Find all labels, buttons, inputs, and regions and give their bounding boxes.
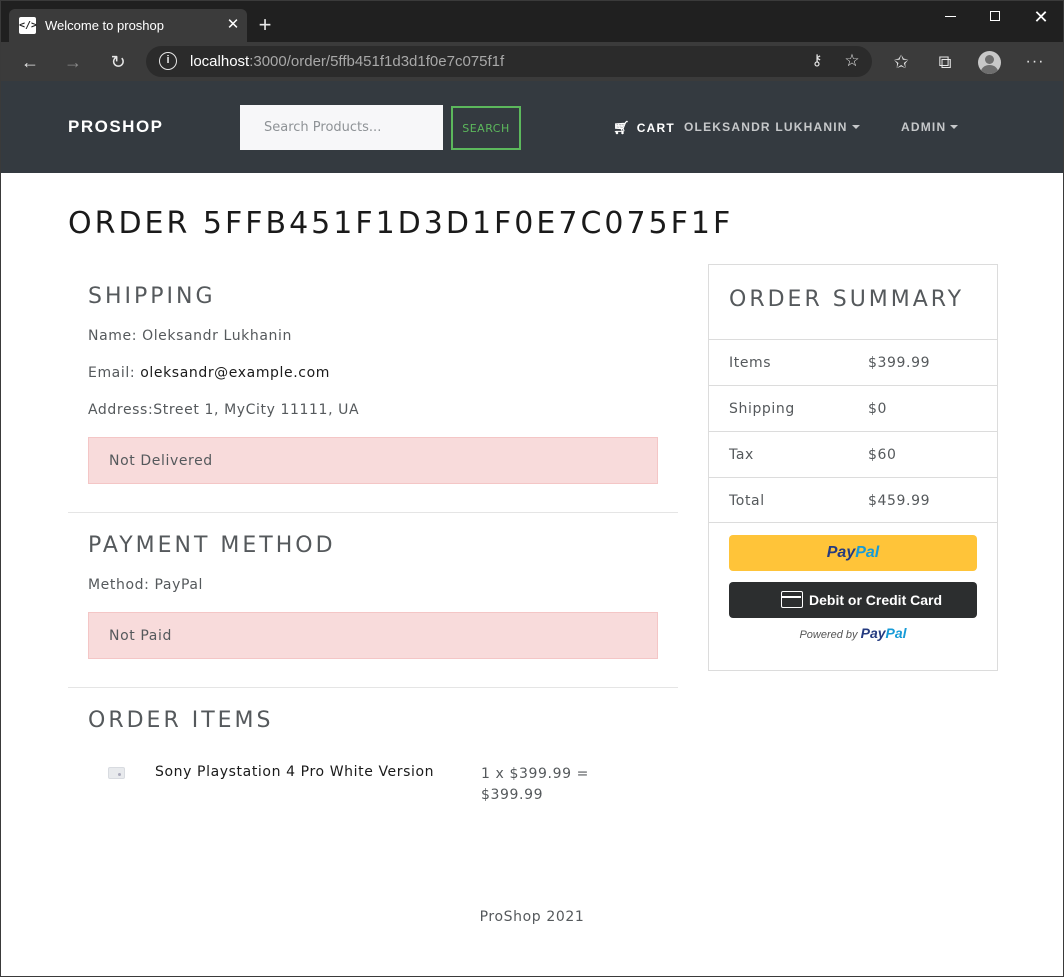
payment-method: Method: PayPal [88, 577, 203, 593]
tab-title: Welcome to proshop [45, 18, 164, 33]
divider [68, 687, 678, 688]
site-info-icon[interactable]: i [159, 52, 177, 70]
caret-down-icon [851, 125, 860, 129]
order-items-heading: ORDER ITEMS [88, 708, 274, 733]
delivery-status-alert: Not Delivered [88, 437, 658, 484]
search-button[interactable]: SEARCH [451, 106, 521, 150]
card-button-label: Debit or Credit Card [809, 592, 943, 608]
page-viewport: PROSHOP SEARCH 🛒︎ CART OLEKSANDR LUKHANIN… [1, 81, 1063, 976]
summary-row-tax: Tax $60 [709, 431, 997, 477]
caret-down-icon [950, 125, 959, 129]
summary-value: $399.99 [868, 355, 931, 371]
back-icon[interactable]: ← [16, 48, 44, 76]
cart-icon: 🛒︎ [613, 120, 631, 135]
search-input[interactable] [240, 105, 443, 150]
divider [68, 512, 678, 513]
summary-row-total: Total $459.99 [709, 477, 997, 523]
close-tab-icon[interactable]: ✕ [222, 14, 244, 36]
key-icon[interactable]: ⚷ [806, 50, 828, 72]
close-window-icon[interactable]: ✕ [1018, 1, 1063, 33]
summary-row-shipping: Shipping $0 [709, 385, 997, 431]
user-menu-dropdown[interactable]: OLEKSANDR LUKHANIN [684, 120, 860, 134]
minimize-icon[interactable] [928, 1, 974, 33]
credit-card-icon [781, 591, 803, 608]
forward-icon[interactable]: → [59, 48, 87, 76]
cart-link[interactable]: 🛒︎ CART [613, 120, 675, 136]
powered-by-text: Powered by [799, 629, 861, 641]
order-summary-heading: ORDER SUMMARY [729, 287, 965, 312]
browser-toolbar: ← → ↻ i localhost:3000/order/5ffb451f1d3… [1, 42, 1063, 81]
tab-strip: </> Welcome to proshop ✕ + ✕ [1, 1, 1063, 42]
paypal-logo-pay: Pay [826, 544, 856, 561]
shipping-name: Name: Oleksandr Lukhanin [88, 328, 292, 344]
admin-label: ADMIN [901, 120, 947, 134]
payment-status-alert: Not Paid [88, 612, 658, 659]
method-value: PayPal [154, 577, 204, 593]
user-name: OLEKSANDR LUKHANIN [684, 120, 848, 134]
favorite-star-icon[interactable]: ☆ [841, 50, 863, 72]
product-link[interactable]: Sony Playstation 4 Pro White Version [155, 764, 434, 780]
method-label: Method: [88, 577, 155, 593]
navbar: PROSHOP SEARCH 🛒︎ CART OLEKSANDR LUKHANIN… [1, 81, 1063, 173]
favorites-icon[interactable]: ✩ [887, 48, 915, 76]
email-link[interactable]: oleksandr@example.com [140, 365, 330, 381]
summary-label: Shipping [729, 401, 795, 417]
page-title: ORDER 5FFB451F1D3D1F0E7C075F1F [68, 206, 734, 241]
powered-by-paypal: Powered by PayPal [709, 625, 997, 641]
summary-value: $60 [868, 447, 897, 463]
powered-logo-pal: Pal [885, 625, 907, 641]
powered-logo-pay: Pay [860, 625, 886, 641]
profile-icon[interactable] [976, 48, 1004, 76]
reload-icon[interactable]: ↻ [104, 48, 132, 76]
new-tab-icon[interactable]: + [254, 14, 276, 36]
name-value: Oleksandr Lukhanin [142, 328, 292, 344]
more-menu-icon[interactable]: ··· [1021, 48, 1049, 76]
paypal-logo-pal: Pal [855, 544, 880, 561]
code-favicon-icon: </> [19, 17, 37, 34]
avatar [978, 51, 1001, 74]
footer-text: ProShop 2021 [479, 909, 585, 925]
summary-row-items: Items $399.99 [709, 339, 997, 385]
browser-tab[interactable]: </> Welcome to proshop ✕ [9, 9, 247, 42]
browser-window: </> Welcome to proshop ✕ + ✕ ← → ↻ i loc… [0, 0, 1064, 977]
summary-label: Total [729, 493, 765, 509]
summary-label: Items [729, 355, 772, 371]
address-label: Address: [88, 402, 154, 418]
summary-label: Tax [729, 447, 754, 463]
item-price-calc: 1 x $399.99 = $399.99 [481, 766, 589, 803]
summary-value: $0 [868, 401, 888, 417]
paypal-button[interactable]: PayPal [729, 535, 977, 571]
address-value: Street 1, MyCity 11111, UA [153, 402, 360, 418]
collections-icon[interactable]: ⧉ [931, 48, 959, 76]
admin-menu-dropdown[interactable]: ADMIN [901, 120, 959, 134]
brand-logo[interactable]: PROSHOP [68, 117, 164, 137]
debit-credit-card-button[interactable]: Debit or Credit Card [729, 582, 977, 618]
shipping-heading: SHIPPING [88, 284, 216, 309]
name-label: Name: [88, 328, 143, 344]
email-label: Email: [88, 365, 141, 381]
order-summary-card: ORDER SUMMARY Items $399.99 Shipping $0 … [708, 264, 998, 671]
url-host: localhost [190, 53, 250, 70]
shipping-address: Address:Street 1, MyCity 11111, UA [88, 402, 359, 418]
product-thumbnail [108, 767, 125, 779]
url-path: :3000/order/5ffb451f1d3d1f0e7c075f1f [249, 53, 505, 70]
payment-heading: PAYMENT METHOD [88, 533, 336, 558]
url-text[interactable]: localhost:3000/order/5ffb451f1d3d1f0e7c0… [190, 53, 504, 70]
cart-label: CART [636, 121, 675, 135]
maximize-icon[interactable] [972, 1, 1018, 33]
address-bar[interactable]: i localhost:3000/order/5ffb451f1d3d1f0e7… [146, 46, 872, 77]
shipping-email: Email: oleksandr@example.com [88, 365, 330, 381]
summary-value: $459.99 [868, 493, 931, 509]
